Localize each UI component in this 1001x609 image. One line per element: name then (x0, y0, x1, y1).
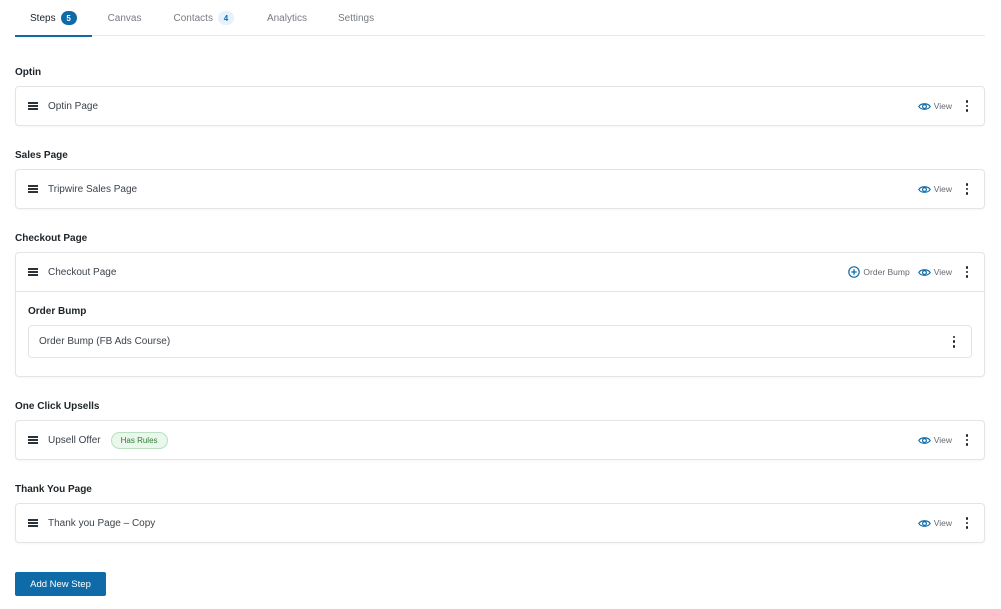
view-button[interactable]: View (917, 267, 952, 277)
step-row[interactable]: Tripwire Sales Page View (16, 170, 984, 208)
more-options-icon[interactable] (960, 265, 974, 279)
more-options-icon[interactable] (960, 182, 974, 196)
order-bump-label: Order Bump (863, 267, 910, 277)
view-label: View (933, 435, 952, 445)
add-order-bump-button[interactable]: Order Bump (848, 266, 910, 278)
group-title-sales-page: Sales Page (15, 150, 68, 161)
plus-circle-icon (848, 266, 861, 278)
drag-handle-icon[interactable] (28, 268, 38, 276)
tab-label: Settings (337, 12, 375, 24)
view-label: View (933, 101, 952, 111)
step-name: Optin Page (48, 100, 99, 112)
group-title-thank-you: Thank You Page (15, 484, 92, 495)
steps-count-badge: 5 (60, 11, 77, 25)
step-row[interactable]: Optin Page View (16, 87, 984, 125)
view-label: View (933, 267, 952, 277)
eye-icon (917, 519, 931, 527)
view-button[interactable]: View (917, 518, 952, 528)
step-card: Tripwire Sales Page View (15, 169, 985, 209)
step-card: Optin Page View (15, 86, 985, 126)
more-options-icon[interactable] (960, 433, 974, 447)
add-new-step-button[interactable]: Add New Step (15, 572, 106, 596)
group-title-checkout-page: Checkout Page (15, 233, 88, 244)
tab-bar: Steps 5 Canvas Contacts 4 Analytics Sett… (15, 0, 985, 37)
step-card: Checkout Page Order Bump View Order Bump… (15, 252, 985, 377)
order-bump-name: Order Bump (FB Ads Course) (39, 336, 171, 347)
tab-canvas[interactable]: Canvas (108, 0, 142, 36)
tab-steps[interactable]: Steps 5 (15, 0, 92, 37)
view-label: View (933, 518, 952, 528)
tab-label: Analytics (266, 12, 307, 24)
eye-icon (917, 268, 931, 276)
drag-handle-icon[interactable] (28, 185, 38, 193)
more-options-icon[interactable] (960, 516, 974, 530)
eye-icon (917, 436, 931, 444)
step-card: Thank you Page – Copy View (15, 503, 985, 543)
view-label: View (933, 184, 952, 194)
step-name: Tripwire Sales Page (48, 183, 138, 195)
view-button[interactable]: View (917, 184, 952, 194)
step-row[interactable]: Thank you Page – Copy View (16, 504, 984, 542)
tab-analytics[interactable]: Analytics (267, 0, 307, 36)
drag-handle-icon[interactable] (28, 436, 38, 444)
group-title-upsells: One Click Upsells (15, 401, 100, 412)
drag-handle-icon[interactable] (28, 102, 38, 110)
step-card: Upsell Offer Has Rules View (15, 420, 985, 460)
tab-settings[interactable]: Settings (338, 0, 374, 36)
step-name: Checkout Page (48, 266, 117, 278)
more-options-icon[interactable] (947, 335, 961, 349)
order-bump-item[interactable]: Order Bump (FB Ads Course) (28, 325, 972, 358)
contacts-count-badge: 4 (217, 11, 234, 25)
more-options-icon[interactable] (960, 99, 974, 113)
tab-label: Canvas (107, 12, 142, 24)
step-row[interactable]: Upsell Offer Has Rules View (16, 421, 984, 459)
order-bump-section: Order Bump Order Bump (FB Ads Course) (16, 291, 984, 376)
tab-contacts[interactable]: Contacts 4 (173, 0, 234, 36)
step-name: Thank you Page – Copy (48, 517, 156, 529)
tab-label: Steps (30, 12, 56, 24)
step-row[interactable]: Checkout Page Order Bump View (16, 253, 984, 291)
has-rules-badge: Has Rules (110, 431, 168, 449)
tab-label: Contacts (173, 12, 213, 24)
step-name: Upsell Offer (48, 434, 101, 446)
drag-handle-icon[interactable] (28, 519, 38, 527)
view-button[interactable]: View (917, 435, 952, 445)
eye-icon (917, 185, 931, 193)
view-button[interactable]: View (917, 101, 952, 111)
eye-icon (917, 102, 931, 110)
order-bump-title: Order Bump (28, 306, 87, 317)
group-title-optin: Optin (15, 67, 42, 78)
